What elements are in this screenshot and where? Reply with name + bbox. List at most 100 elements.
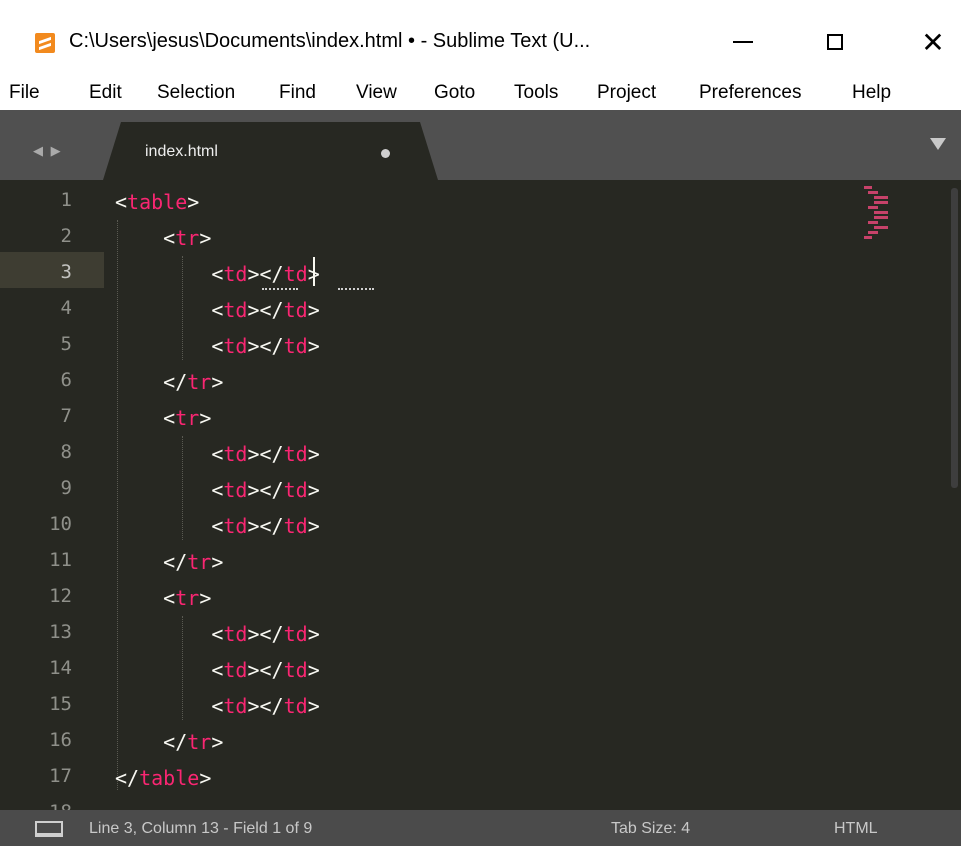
syntax-indicator[interactable]: HTML (834, 820, 878, 838)
code-line: <tr> (115, 400, 211, 436)
tag-punctuation: > (307, 442, 320, 466)
tag-punctuation: > (307, 334, 320, 358)
menu-project[interactable]: Project (597, 82, 656, 104)
minimap-line (868, 221, 878, 224)
minimize-icon (733, 41, 753, 43)
minimize-button[interactable] (718, 22, 768, 62)
tag-name: tr (175, 406, 200, 430)
tag-punctuation: </ (259, 298, 284, 322)
code-line: <td></td> (115, 652, 320, 688)
line-number: 17 (49, 765, 72, 787)
minimap-line (874, 216, 888, 219)
code-line: <table> (115, 184, 199, 220)
tag-name: td (283, 514, 308, 538)
tag-punctuation: > (247, 334, 260, 358)
code-line: <td></td> (115, 616, 320, 652)
vertical-scrollbar[interactable] (951, 188, 958, 488)
bracket-match-underline (262, 288, 298, 290)
menu-selection[interactable]: Selection (157, 82, 235, 104)
code-line: <tr> (115, 220, 211, 256)
maximize-button[interactable] (810, 22, 860, 62)
code-editor[interactable]: 123456789101112131415161718 <table> <tr>… (0, 180, 961, 810)
tag-name: td (283, 334, 308, 358)
line-number: 4 (60, 297, 72, 319)
tab-nav-arrows-icon[interactable]: ◀ ▶ (33, 143, 63, 159)
menu-edit[interactable]: Edit (89, 82, 122, 104)
menu-goto[interactable]: Goto (434, 82, 475, 104)
line-number: 9 (60, 477, 72, 499)
menu-bar: File Edit Selection Find View Goto Tools… (0, 74, 961, 110)
sublime-text-icon (35, 33, 55, 53)
tag-name: td (223, 622, 248, 646)
line-number: 11 (49, 549, 72, 571)
tag-name: td (283, 442, 308, 466)
bracket-match-underline (338, 288, 374, 290)
tag-name: td (283, 298, 308, 322)
tag-punctuation: < (115, 190, 128, 214)
code-line: <td></td> (115, 436, 320, 472)
modified-dot-icon[interactable] (381, 149, 390, 158)
line-number: 16 (49, 729, 72, 751)
tag-name: td (283, 262, 308, 286)
line-number: 2 (60, 225, 72, 247)
menu-preferences[interactable]: Preferences (699, 82, 801, 104)
tag-punctuation: > (307, 622, 320, 646)
tag-punctuation: </ (259, 658, 284, 682)
menu-file[interactable]: File (9, 82, 40, 104)
tag-punctuation: </ (163, 730, 188, 754)
close-button[interactable]: ✕ (908, 22, 958, 62)
tag-punctuation: > (211, 730, 224, 754)
tag-punctuation: < (211, 658, 224, 682)
tag-punctuation: > (199, 226, 212, 250)
minimap[interactable] (860, 186, 892, 244)
panel-toggle-icon[interactable] (35, 821, 63, 837)
code-line: </tr> (115, 724, 223, 760)
tag-punctuation: > (307, 658, 320, 682)
tag-punctuation: </ (163, 550, 188, 574)
code-line: <tr> (115, 580, 211, 616)
tag-punctuation: < (211, 442, 224, 466)
line-number: 6 (60, 369, 72, 391)
line-number: 8 (60, 441, 72, 463)
tag-punctuation: < (211, 622, 224, 646)
tag-punctuation: < (211, 478, 224, 502)
tag-name: td (223, 658, 248, 682)
menu-find[interactable]: Find (279, 82, 316, 104)
tag-name: td (283, 694, 308, 718)
tab-index-html[interactable]: index.html (103, 122, 438, 180)
tag-punctuation: < (211, 298, 224, 322)
tag-punctuation: </ (259, 694, 284, 718)
line-number: 14 (49, 657, 72, 679)
menu-help[interactable]: Help (852, 82, 891, 104)
tag-punctuation: < (163, 586, 176, 610)
code-line: </tr> (115, 364, 223, 400)
tag-name: table (127, 190, 188, 214)
tab-size-indicator[interactable]: Tab Size: 4 (611, 820, 690, 838)
tab-dropdown-icon[interactable] (930, 138, 946, 150)
menu-view[interactable]: View (356, 82, 397, 104)
line-number: 5 (60, 333, 72, 355)
tag-punctuation: > (307, 514, 320, 538)
menu-tools[interactable]: Tools (514, 82, 558, 104)
tag-punctuation: > (307, 298, 320, 322)
tag-name: td (223, 694, 248, 718)
tag-punctuation: </ (259, 622, 284, 646)
tag-punctuation: > (307, 478, 320, 502)
maximize-icon (827, 34, 843, 50)
tag-punctuation: > (199, 766, 212, 790)
status-bar: Line 3, Column 13 - Field 1 of 9 Tab Siz… (0, 810, 961, 846)
code-line: <td></td> (115, 292, 320, 328)
tag-name: tr (175, 586, 200, 610)
minimap-line (874, 226, 888, 229)
tag-punctuation: < (211, 514, 224, 538)
